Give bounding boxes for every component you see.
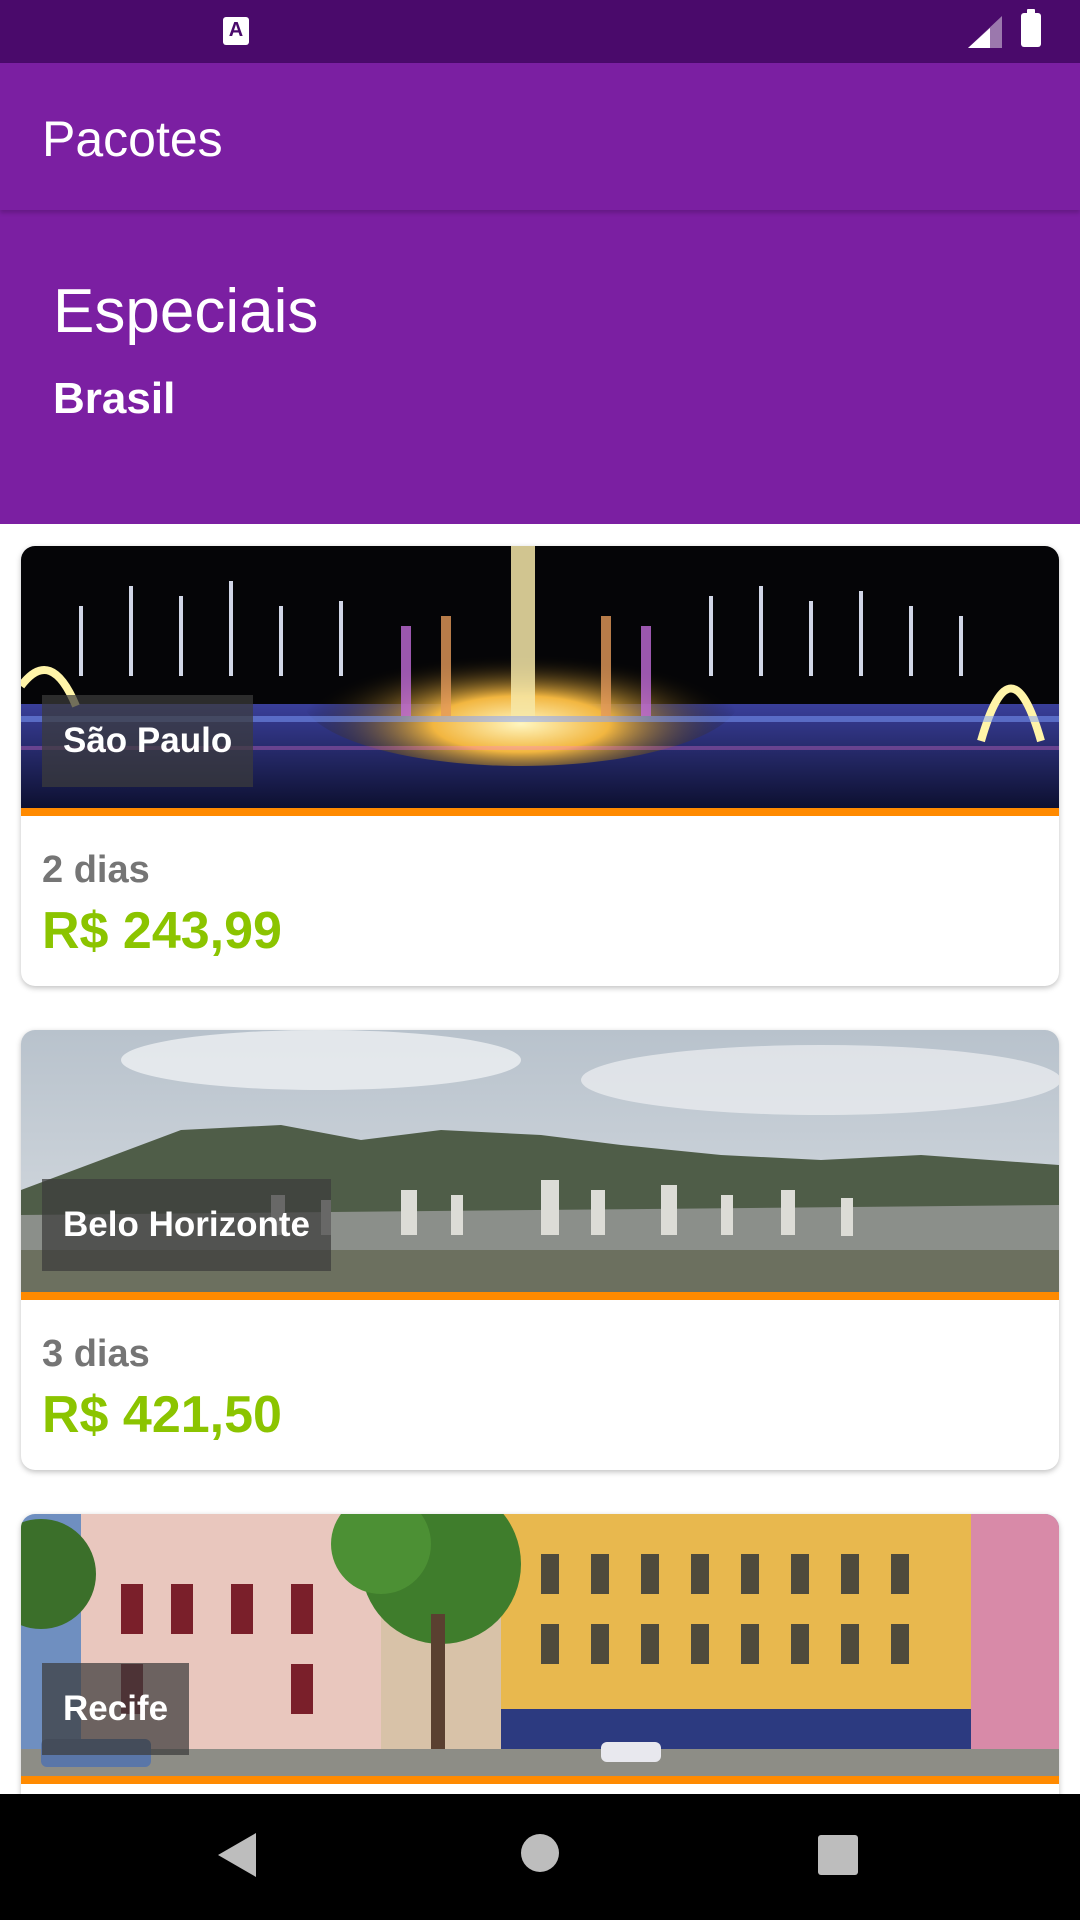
app-notification-icon: A [223, 17, 249, 45]
package-city-label: Recife [42, 1663, 190, 1755]
app-bar: Pacotes [0, 63, 1080, 210]
header-subtitle: Brasil [53, 374, 176, 423]
package-image: Recife [21, 1514, 1059, 1776]
package-days: 3 dias [42, 1333, 150, 1375]
accent-strip [21, 808, 1059, 816]
package-image: São Paulo [21, 546, 1059, 808]
package-card[interactable]: Recife [21, 1514, 1059, 1794]
signal-icon [968, 16, 1002, 48]
package-city-label: Belo Horizonte [42, 1179, 331, 1271]
accent-strip [21, 1776, 1059, 1784]
package-price: R$ 421,50 [42, 1386, 282, 1444]
system-nav-bar [0, 1794, 1080, 1920]
status-bar: A [0, 0, 1080, 63]
home-icon[interactable] [521, 1834, 559, 1872]
app-title: Pacotes [42, 111, 223, 167]
battery-icon [1021, 9, 1041, 47]
header-section: Especiais Brasil [0, 210, 1080, 524]
package-price: R$ 243,99 [42, 902, 282, 960]
recents-icon[interactable] [818, 1835, 858, 1875]
package-days: 2 dias [42, 849, 150, 891]
package-image: Belo Horizonte [21, 1030, 1059, 1292]
package-city-label: São Paulo [42, 695, 254, 787]
package-list[interactable]: São Paulo 2 dias R$ 243,99 Belo Horizont… [0, 524, 1080, 1794]
package-card[interactable]: São Paulo 2 dias R$ 243,99 [21, 546, 1059, 986]
back-icon[interactable] [218, 1833, 256, 1877]
package-card[interactable]: Belo Horizonte 3 dias R$ 421,50 [21, 1030, 1059, 1470]
header-title: Especiais [53, 277, 319, 346]
accent-strip [21, 1292, 1059, 1300]
